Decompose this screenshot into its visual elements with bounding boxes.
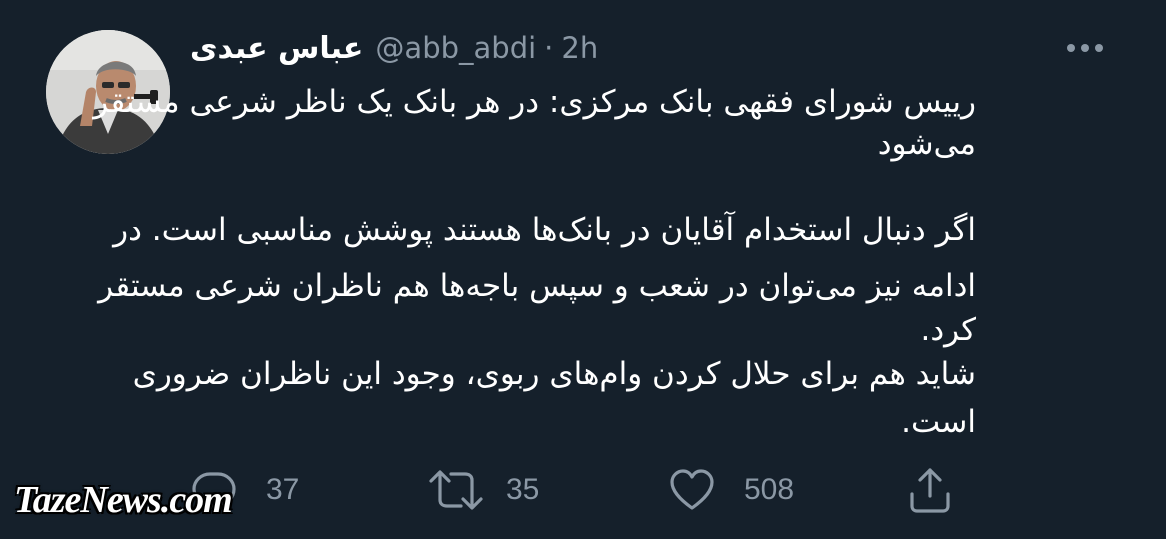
tweet-line: است. [901,404,976,440]
retweet-count: 35 [506,473,540,506]
timestamp[interactable]: 2h [561,31,598,65]
tweet-header: عباس عبدی @abb_abdi · 2h [190,28,598,68]
share-button[interactable] [906,460,954,520]
tweet-line: شاید هم برای حلال کردن وام‌های ربوی، وجو… [132,356,976,392]
retweet-icon [429,470,483,510]
more-dots-icon [1095,44,1103,52]
more-options-button[interactable] [1060,30,1110,66]
user-handle[interactable]: @abb_abdi [375,31,536,65]
heart-icon [670,469,714,510]
like-button[interactable]: 508 [668,460,794,520]
tweet-card: عباس عبدی @abb_abdi · 2h رییس شورای فقهی… [0,0,1166,539]
separator-dot: · [544,31,554,65]
tweet-line: می‌شود [877,126,976,162]
like-count: 508 [744,473,795,506]
more-dots-icon [1067,44,1075,52]
tweet-line: اگر دنبال استخدام آقایان در بانک‌ها هستن… [113,212,976,248]
tweet-line: ادامه نیز می‌توان در شعب و سپس باجه‌ها ه… [98,268,976,304]
watermark-logo: TazeNews.com [14,479,233,521]
display-name[interactable]: عباس عبدی [190,31,363,66]
more-dots-icon [1081,44,1089,52]
tweet-line: کرد. [920,312,976,348]
reply-count: 37 [266,473,300,506]
share-icon [910,468,950,513]
tweet-line: رییس شورای فقهی بانک مرکزی: در هر بانک ی… [93,84,976,120]
retweet-button[interactable]: 35 [428,460,539,520]
